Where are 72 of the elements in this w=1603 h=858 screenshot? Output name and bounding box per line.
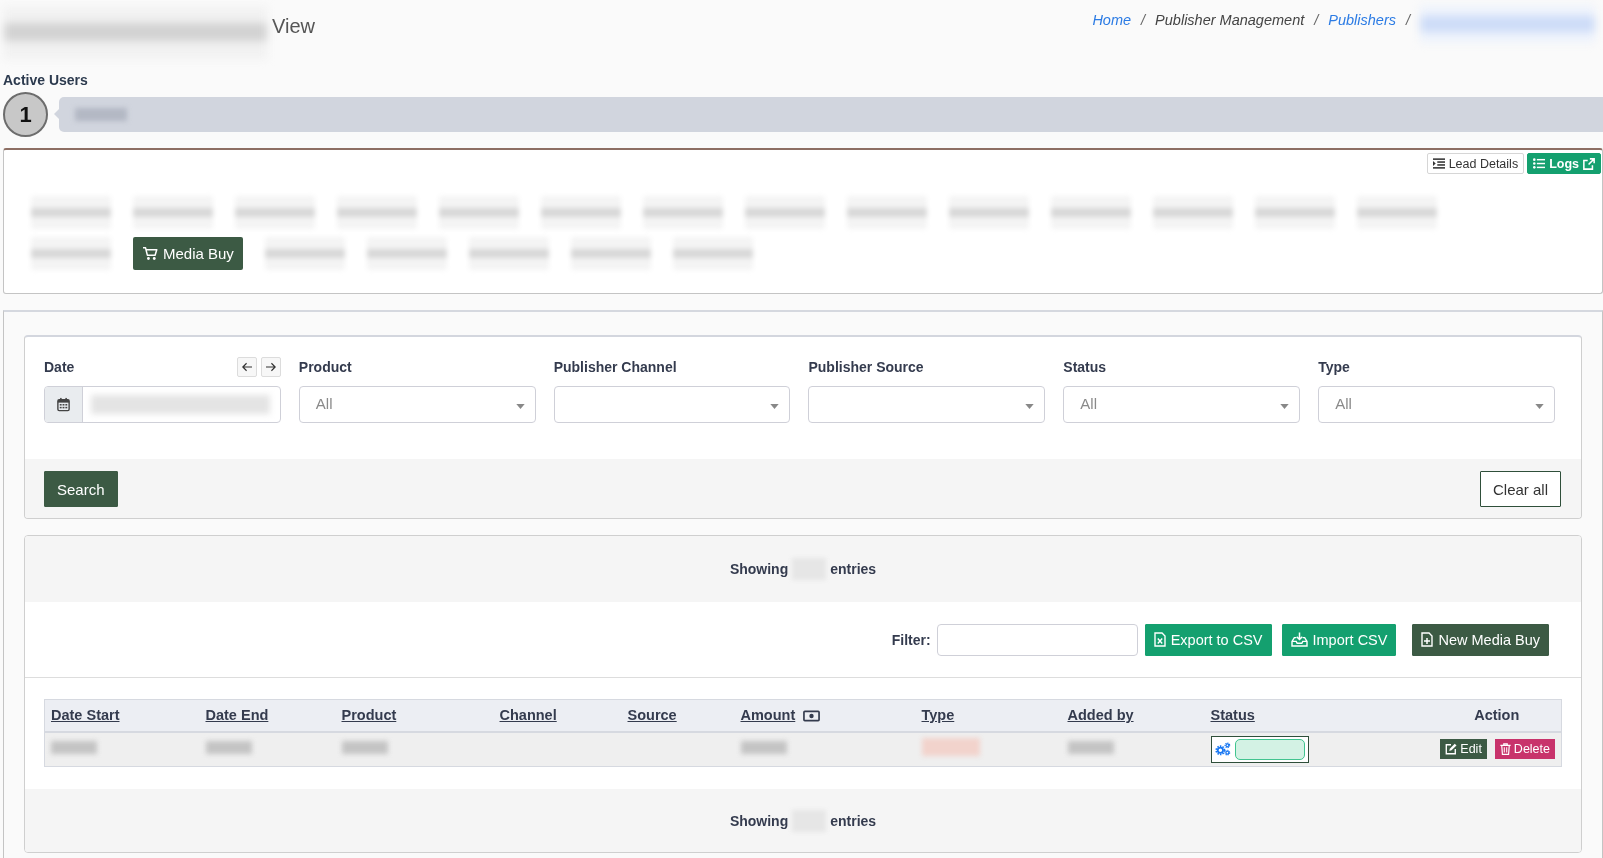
caret-icon [1025,403,1035,409]
tray-download-icon [1290,632,1308,647]
summary-text: entries [830,561,877,577]
file-plus-icon [1421,632,1434,647]
next-range-button[interactable] [260,357,281,377]
column-header[interactable]: Type [915,699,1062,732]
summary-text: Showing [729,561,789,577]
select-field[interactable] [808,386,1046,423]
indent-icon [1432,158,1445,169]
field-label: Type [1318,359,1350,375]
lead-details-button[interactable]: Lead Details [1426,153,1525,174]
edit-button[interactable]: Edit [1440,739,1487,760]
status-select[interactable] [1210,735,1309,763]
blurred-cell-text [1067,741,1114,755]
breadcrumb-separator: / [1314,11,1319,29]
external-link-icon [1583,157,1595,170]
field-label: Date [44,359,75,375]
date-range-field[interactable] [44,386,281,423]
column-header[interactable]: Status [1204,699,1433,732]
previous-range-button[interactable] [236,357,257,377]
field-label: Status [1063,359,1107,375]
banknote-icon [803,710,821,723]
section-label: Active Users [3,71,89,89]
field-label: Publisher Source [808,359,924,375]
summary-text: Showing [729,812,789,829]
breadcrumb-item: Publisher Management [1155,11,1305,29]
filter-label: Filter: [891,631,931,648]
caret-icon [1535,403,1544,409]
breadcrumb-link[interactable]: Publishers [1328,11,1396,29]
column-header[interactable]: Source [621,699,735,732]
cart-icon [142,246,159,261]
select-field[interactable] [553,386,791,423]
clear-all-button[interactable]: Clear all [1479,471,1561,507]
column-header[interactable]: Added by [1061,699,1205,732]
edit-icon [1445,743,1458,756]
tab[interactable]: Media Buy [133,237,243,270]
arrow-right-icon [264,362,277,372]
column-header[interactable]: Date Start [44,699,200,732]
blurred-user-name [75,108,127,121]
calendar-icon [56,397,71,412]
spreadsheet-file-icon [1153,632,1166,647]
trash-icon [1499,743,1511,756]
search-button[interactable]: Search [44,471,118,507]
column-header[interactable]: Date End [199,699,336,732]
delete-button[interactable]: Delete [1494,739,1555,760]
blurred-cell-text [51,741,97,755]
select-field[interactable]: All [1318,386,1555,423]
blurred-type-badge [921,738,980,757]
blurred-status-value [1234,738,1305,760]
blurred-cell-text [205,741,252,755]
arrow-left-icon [240,362,253,372]
column-header: Action [1432,699,1562,732]
breadcrumb-separator: / [1141,11,1146,29]
summary-text: entries [830,812,877,829]
field-label: Product [298,359,352,375]
field-label: Publisher Channel [553,359,677,375]
filter-input[interactable] [936,623,1138,656]
column-header[interactable]: Channel [493,699,622,732]
caret-icon [1280,403,1290,409]
breadcrumb-link[interactable]: Home [1092,11,1132,29]
blurred-cell-text [740,741,787,755]
list-icon [1533,158,1546,169]
blurred-cell-text [341,741,388,755]
gears-icon [1214,742,1231,757]
caret-icon [770,403,780,409]
breadcrumb-separator: / [1405,11,1410,29]
column-header[interactable]: Amount [734,699,916,732]
user-count-badge: 1 [3,92,48,137]
caret-icon [515,403,525,409]
column-header[interactable]: Product [335,699,494,732]
new-media-buy-button[interactable]: New Media Buy [1412,623,1549,656]
page-title: View [272,14,315,38]
